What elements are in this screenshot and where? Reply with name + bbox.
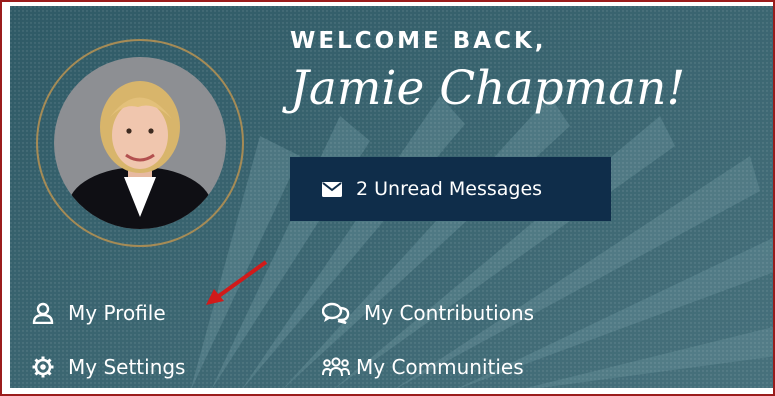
profile-photo bbox=[54, 57, 226, 229]
user-name: Jamie Chapman! bbox=[290, 61, 686, 116]
unread-messages-label: 2 Unread Messages bbox=[356, 178, 543, 200]
my-contributions-label: My Contributions bbox=[364, 301, 535, 325]
welcome-panel: WELCOME BACK, Jamie Chapman! 2 Unread Me… bbox=[10, 6, 773, 388]
my-contributions-link[interactable]: My Contributions bbox=[322, 301, 534, 325]
my-communities-link[interactable]: My Communities bbox=[322, 355, 524, 379]
my-communities-label: My Communities bbox=[356, 355, 524, 379]
avatar[interactable] bbox=[54, 57, 226, 229]
red-arrow-annotation bbox=[206, 260, 268, 305]
comments-icon bbox=[322, 302, 350, 324]
my-settings-link[interactable]: My Settings bbox=[32, 355, 185, 379]
my-profile-link[interactable]: My Profile bbox=[32, 301, 166, 325]
user-icon bbox=[32, 302, 54, 324]
screenshot-frame: WELCOME BACK, Jamie Chapman! 2 Unread Me… bbox=[0, 0, 775, 396]
envelope-icon bbox=[322, 181, 342, 197]
gear-icon bbox=[32, 356, 54, 378]
users-icon bbox=[322, 356, 350, 378]
my-settings-label: My Settings bbox=[68, 355, 186, 379]
unread-messages-button[interactable]: 2 Unread Messages bbox=[290, 157, 611, 221]
welcome-heading: WELCOME BACK, bbox=[290, 28, 547, 54]
my-profile-label: My Profile bbox=[68, 301, 166, 325]
